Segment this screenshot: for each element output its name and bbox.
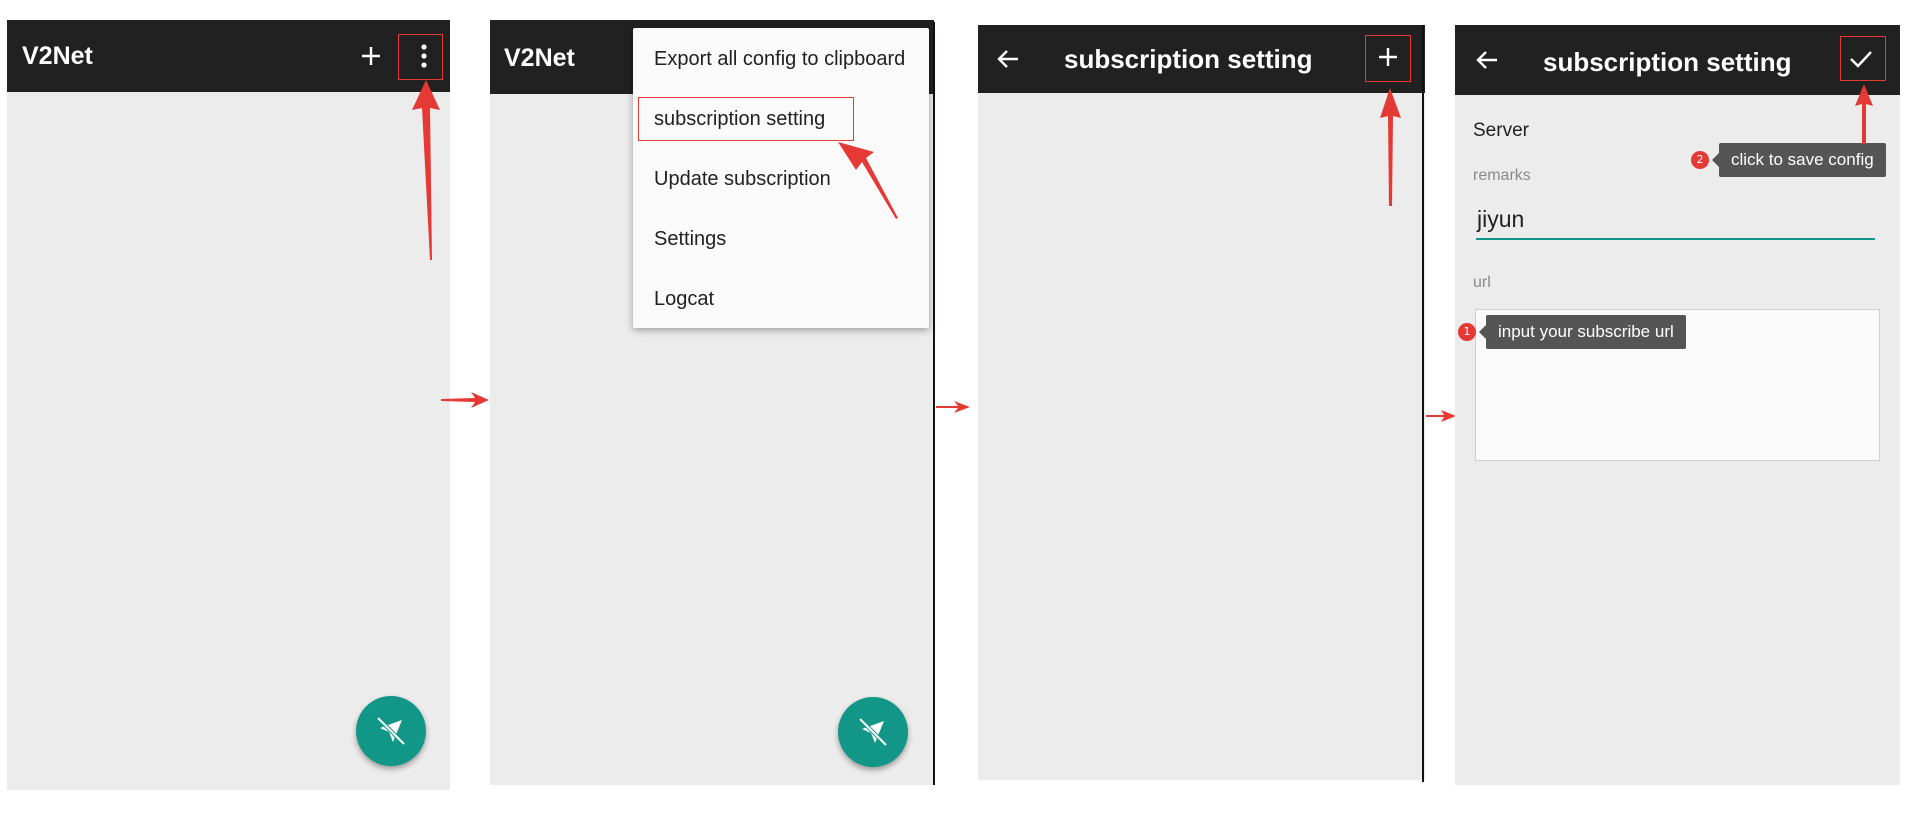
highlight-box <box>638 97 854 141</box>
screen-main: V2Net <box>7 20 450 790</box>
vpn-off-icon <box>376 716 406 746</box>
remarks-input[interactable]: jiyun <box>1477 206 1524 233</box>
menu-item-logcat[interactable]: Logcat <box>654 288 714 311</box>
connect-fab[interactable] <box>838 697 908 767</box>
menu-item-update-subscription[interactable]: Update subscription <box>654 168 831 191</box>
annotation-arrow <box>1855 84 1873 144</box>
app-bar: subscription setting <box>978 25 1425 93</box>
remarks-label: remarks <box>1473 167 1531 184</box>
plus-icon <box>362 47 380 65</box>
annotation-arrow <box>838 142 898 219</box>
screen-title: subscription setting <box>1543 47 1792 77</box>
vpn-off-icon <box>858 717 888 747</box>
panel-divider <box>933 22 935 785</box>
highlight-box <box>398 34 443 80</box>
flow-arrow <box>936 401 970 413</box>
add-button[interactable] <box>353 38 389 74</box>
app-bar: subscription setting <box>1455 25 1900 95</box>
app-title: V2Net <box>22 42 93 70</box>
app-title: V2Net <box>504 44 575 72</box>
annotation-arrow <box>412 80 440 260</box>
url-label: url <box>1473 274 1491 291</box>
screen-subscription-edit: subscription setting Server remarks jiyu… <box>1455 25 1900 785</box>
screen-title: subscription setting <box>1064 44 1313 74</box>
arrow-back-icon <box>997 50 1018 68</box>
screen-subscription-list: subscription setting <box>978 25 1425 780</box>
annotation-tooltip: input your subscribe url <box>1479 315 1686 349</box>
annotation-number: 1 <box>1458 323 1476 341</box>
menu-item-settings[interactable]: Settings <box>654 228 726 251</box>
remarks-underline <box>1476 238 1875 240</box>
flow-arrow <box>1426 410 1456 422</box>
annotation-tooltip: click to save config <box>1712 143 1886 177</box>
highlight-box <box>1840 36 1886 81</box>
highlight-box <box>1365 35 1411 82</box>
connect-fab[interactable] <box>356 696 426 766</box>
back-button[interactable] <box>988 39 1028 79</box>
flow-arrow <box>441 392 489 408</box>
menu-item-export-config[interactable]: Export all config to clipboard <box>654 48 905 71</box>
panel-divider <box>1422 25 1424 782</box>
section-label: Server <box>1473 120 1529 141</box>
annotation-arrow <box>1380 88 1401 206</box>
app-bar: V2Net <box>7 20 450 92</box>
arrow-back-icon <box>1476 51 1497 69</box>
back-button[interactable] <box>1467 40 1507 80</box>
annotation-number: 2 <box>1691 151 1709 169</box>
